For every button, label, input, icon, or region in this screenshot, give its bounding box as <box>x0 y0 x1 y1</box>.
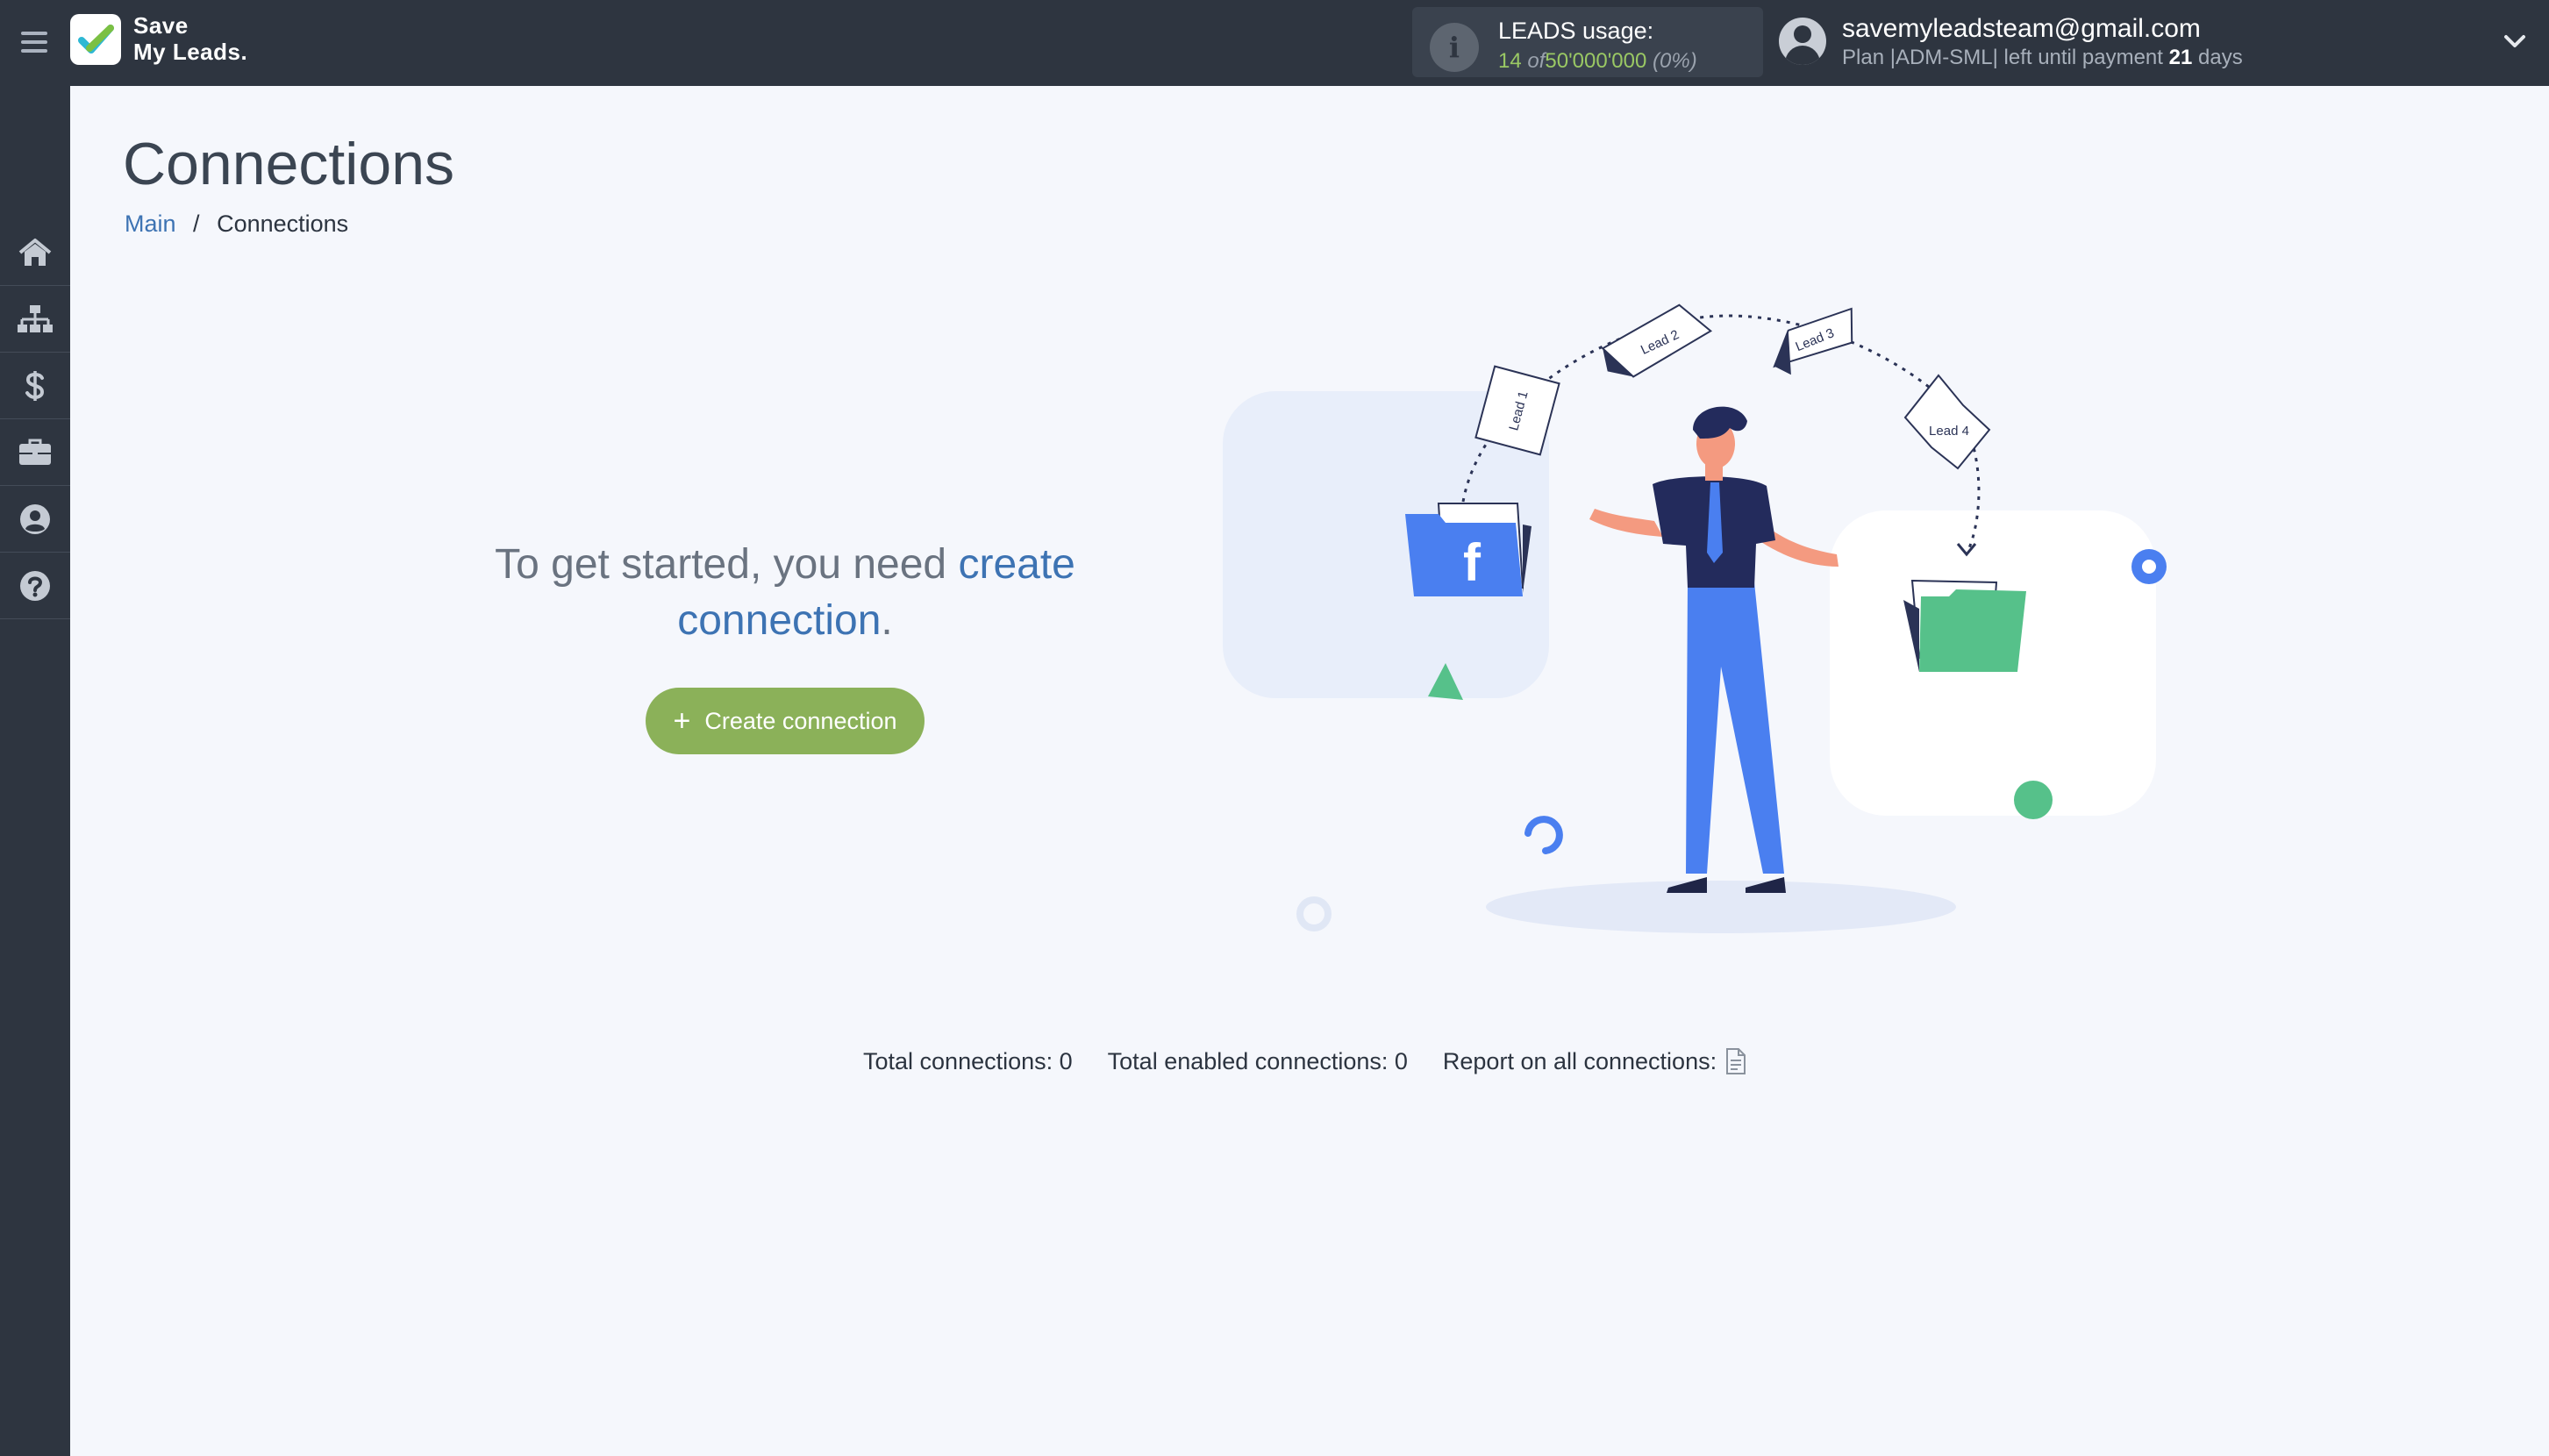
create-connection-button[interactable]: + Create connection <box>646 688 925 754</box>
breadcrumb-main-link[interactable]: Main <box>125 211 176 237</box>
intro-period: . <box>881 597 893 644</box>
connection-stats: Total connections: 0 Total enabled conne… <box>863 1047 1746 1075</box>
lead-2-paper: Lead 2 <box>1601 303 1713 378</box>
facebook-letter: f <box>1463 533 1482 592</box>
arc-decoration <box>1524 816 1563 854</box>
lead-4-label: Lead 4 <box>1929 424 1969 439</box>
green-dot-decoration <box>2014 781 2053 819</box>
sidebar <box>0 86 70 1456</box>
usage-value: 14 of50'000'000 (0%) <box>1498 49 1697 74</box>
breadcrumb-current: Connections <box>217 211 349 237</box>
sidebar-item-connections[interactable] <box>0 286 70 353</box>
plan-prefix: Plan |ADM-SML| left until payment <box>1842 46 2163 69</box>
empty-state-message: To get started, you need create connecti… <box>456 537 1114 649</box>
account-email[interactable]: savemyleadsteam@gmail.com <box>1842 14 2201 44</box>
home-icon <box>18 238 52 266</box>
breadcrumb: Main / Connections <box>125 211 348 238</box>
question-circle-icon <box>20 570 50 601</box>
lead-3-paper: Lead 3 <box>1773 307 1853 375</box>
usage-of: of <box>1527 49 1546 73</box>
leads-usage-panel: i LEADS usage: 14 of50'000'000 (0%) <box>1412 7 1763 77</box>
plan-days: 21 <box>2168 46 2193 69</box>
chevron-down-icon[interactable] <box>2502 28 2528 54</box>
page-title: Connections <box>123 131 455 197</box>
sidebar-item-profile[interactable] <box>0 486 70 553</box>
dollar-icon <box>25 370 45 401</box>
sidebar-item-tools[interactable] <box>0 419 70 486</box>
breadcrumb-separator: / <box>193 211 200 237</box>
plan-info: Plan |ADM-SML| left until payment 21 day… <box>1842 46 2243 70</box>
briefcase-icon <box>19 439 51 465</box>
document-icon[interactable] <box>1725 1047 1746 1075</box>
ring-decoration <box>1296 896 1332 931</box>
sidebar-item-billing[interactable] <box>0 353 70 419</box>
person-illustration <box>1589 406 1839 893</box>
destination-folder-icon <box>1903 579 2026 672</box>
usage-used: 14 <box>1498 49 1522 73</box>
floor-shadow <box>1486 881 1956 933</box>
intro-text: To get started, you need <box>495 541 947 588</box>
brand-name[interactable]: Save My Leads. <box>133 12 247 65</box>
sitemap-icon <box>18 304 53 332</box>
report-all-connections: Report on all connections: <box>1443 1047 1746 1075</box>
plan-days-suffix: days <box>2198 46 2243 69</box>
top-bar: Save My Leads. i LEADS usage: 14 of50'00… <box>0 0 2549 86</box>
report-label: Report on all connections: <box>1442 1047 1717 1074</box>
create-connection-label: Create connection <box>704 707 897 734</box>
total-connections: Total connections: 0 <box>863 1047 1073 1074</box>
brand-line-1: Save <box>133 12 189 39</box>
brand-line-2: My Leads. <box>133 39 248 65</box>
sidebar-item-home[interactable] <box>0 219 70 286</box>
logo-icon[interactable] <box>70 14 121 65</box>
plus-icon: + <box>673 704 691 738</box>
user-circle-icon <box>20 503 50 534</box>
facebook-folder-icon: f <box>1405 503 1532 596</box>
usage-limit: 50'000'000 <box>1545 49 1647 73</box>
usage-percent: (0%) <box>1653 49 1697 73</box>
total-enabled-connections: Total enabled connections: 0 <box>1107 1047 1408 1074</box>
hamburger-menu-icon[interactable] <box>16 25 54 60</box>
connections-illustration: Lead 1 Lead 2 Lead 3 Lead 4 f <box>1223 303 2167 933</box>
usage-title: LEADS usage: <box>1498 18 1654 44</box>
sidebar-item-help[interactable] <box>0 553 70 619</box>
avatar[interactable] <box>1779 18 1826 65</box>
info-icon[interactable]: i <box>1430 23 1479 72</box>
lead-4-paper: Lead 4 <box>1903 374 1991 470</box>
